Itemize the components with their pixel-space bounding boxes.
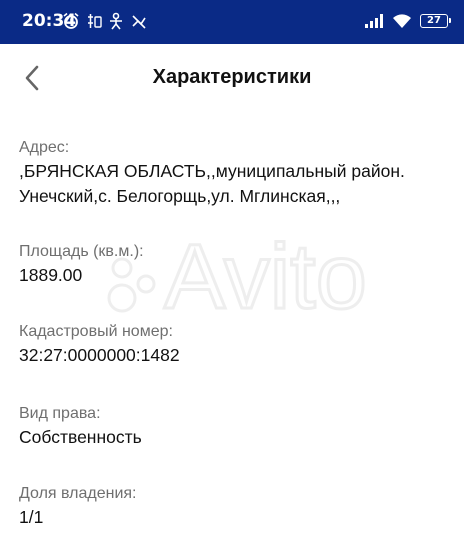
- field-label: Адрес:: [19, 139, 70, 156]
- no-signal-icon: [132, 15, 146, 29]
- status-icons-right: 27: [364, 10, 451, 32]
- field-value: ,БРЯНСКАЯ ОБЛАСТЬ,,муниципальный район. …: [19, 159, 405, 209]
- avito-watermark-text: Avito: [164, 226, 367, 320]
- field-label: Площадь (кв.м.):: [19, 243, 144, 260]
- field-right-type: Вид права: Собственность: [19, 404, 142, 450]
- avito-watermark: Avito: [107, 225, 368, 320]
- accessibility-icon: [110, 12, 122, 30]
- field-label: Кадастровый номер:: [19, 323, 173, 340]
- field-area: Площадь (кв.м.): 1889.00: [19, 242, 144, 288]
- address-line-1: ,БРЯНСКАЯ ОБЛАСТЬ,,муниципальный район.: [19, 161, 405, 181]
- wifi-icon: [393, 14, 411, 28]
- field-value: 32:27:0000000:1482: [19, 345, 180, 365]
- alarm-icon: [63, 12, 79, 29]
- signal-icon: [365, 14, 383, 28]
- field-label: Доля владения:: [19, 485, 137, 502]
- field-value: 1/1: [19, 507, 44, 527]
- battery-level: 27: [427, 15, 441, 26]
- header: Характеристики: [0, 44, 464, 110]
- field-value: 1889.00: [19, 265, 83, 285]
- page-title: Характеристики: [152, 66, 312, 88]
- status-bar: 20:34 27: [0, 0, 464, 44]
- battery-icon: 27: [420, 14, 451, 28]
- field-address: Адрес: ,БРЯНСКАЯ ОБЛАСТЬ,,муниципальный …: [19, 138, 405, 209]
- field-value: Собственность: [19, 427, 142, 447]
- field-label: Вид права:: [19, 405, 101, 422]
- sim-card-icon: [88, 14, 102, 28]
- address-line-2: Унечский,с. Белогорщь,ул. Мглинская,,,: [19, 186, 341, 206]
- status-icons-left: [62, 10, 148, 32]
- field-ownership-share: Доля владения: 1/1: [19, 484, 137, 530]
- field-cadastral-number: Кадастровый номер: 32:27:0000000:1482: [19, 322, 180, 368]
